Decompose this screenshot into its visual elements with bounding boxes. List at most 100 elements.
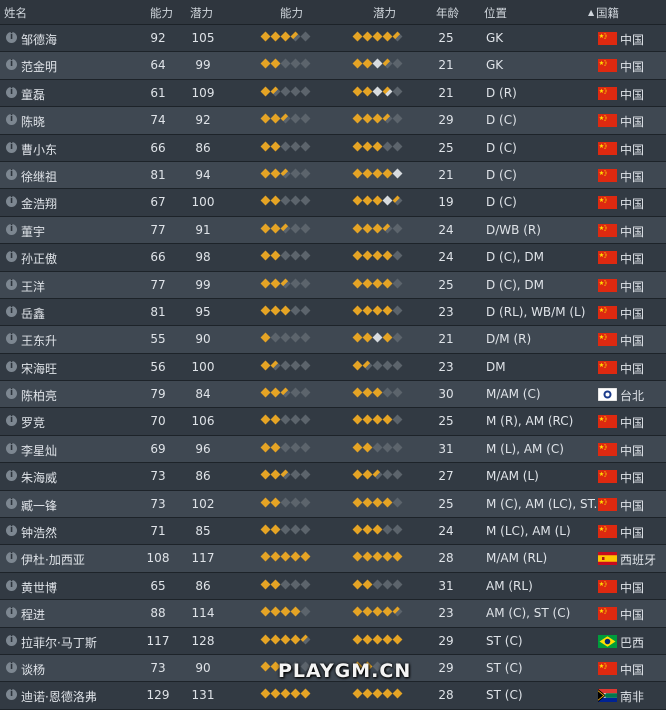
- table-row[interactable]: i 臧一锋 73 102 25 M (C), AM (LC), ST... 中国: [0, 490, 666, 519]
- info-icon[interactable]: i: [6, 661, 17, 673]
- nationality-value[interactable]: 中国: [620, 223, 644, 240]
- nationality-value[interactable]: 南非: [620, 688, 644, 705]
- player-name[interactable]: 邹德海: [21, 31, 57, 48]
- table-row[interactable]: i 邹德海 92 105 25 GK 中国: [0, 25, 666, 53]
- player-name[interactable]: 谈杨: [21, 661, 45, 678]
- header-potential[interactable]: 潜力: [190, 5, 213, 21]
- nationality-value[interactable]: 中国: [620, 31, 644, 48]
- header-position[interactable]: 位置: [484, 5, 507, 21]
- nationality-value[interactable]: 中国: [620, 414, 644, 431]
- player-name[interactable]: 钟浩然: [21, 524, 57, 541]
- nationality-value[interactable]: 中国: [620, 661, 644, 678]
- table-row[interactable]: i 李星灿 69 96 31 M (L), AM (C) 中国: [0, 435, 666, 464]
- nationality-value[interactable]: 中国: [620, 606, 644, 623]
- nationality-value[interactable]: 中国: [620, 579, 644, 596]
- nationality-value[interactable]: 中国: [620, 332, 644, 349]
- table-row[interactable]: i 黄世博 65 86 31 AM (RL) 中国: [0, 572, 666, 601]
- player-name[interactable]: 臧一锋: [21, 497, 57, 514]
- nationality-value[interactable]: 中国: [620, 524, 644, 541]
- table-row[interactable]: i 陈柏亮 79 84 30 M/AM (C) 台北: [0, 381, 666, 409]
- table-row[interactable]: i 钟浩然 71 85 24 M (LC), AM (L) 中国: [0, 518, 666, 546]
- nationality-value[interactable]: 巴西: [620, 634, 644, 651]
- info-icon[interactable]: i: [6, 634, 17, 646]
- info-icon[interactable]: i: [6, 278, 17, 290]
- info-icon[interactable]: i: [6, 442, 17, 454]
- player-name[interactable]: 宋海旺: [21, 360, 57, 377]
- info-icon[interactable]: i: [6, 497, 17, 509]
- player-name[interactable]: 徐继祖: [21, 168, 57, 185]
- nationality-value[interactable]: 中国: [620, 278, 644, 295]
- player-name[interactable]: 岳鑫: [21, 305, 45, 322]
- info-icon[interactable]: i: [6, 59, 17, 71]
- info-icon[interactable]: i: [6, 32, 17, 43]
- table-row[interactable]: i 曹小东 66 86 25 D (C) 中国: [0, 134, 666, 162]
- header-nationality[interactable]: 国籍: [596, 5, 619, 21]
- table-row[interactable]: i 金浩翔 67 100 19 D (C) 中国: [0, 189, 666, 217]
- info-icon[interactable]: i: [6, 579, 17, 591]
- table-row[interactable]: i 董宇 77 91 24 D/WB (R) 中国: [0, 216, 666, 245]
- player-name[interactable]: 朱海威: [21, 469, 57, 486]
- info-icon[interactable]: i: [6, 689, 17, 701]
- info-icon[interactable]: i: [6, 223, 17, 235]
- nationality-value[interactable]: 中国: [620, 442, 644, 459]
- table-row[interactable]: i 童磊 61 109 21 D (R) 中国: [0, 79, 666, 108]
- player-name[interactable]: 曹小东: [21, 141, 57, 158]
- nationality-value[interactable]: 中国: [620, 86, 644, 103]
- table-row[interactable]: i 王洋 77 99 25 D (C), DM 中国: [0, 271, 666, 299]
- player-name[interactable]: 王洋: [21, 278, 45, 295]
- nationality-value[interactable]: 中国: [620, 58, 644, 75]
- table-row[interactable]: i 伊杜·加西亚 108 117 28 M/AM (RL) 西班牙: [0, 545, 666, 573]
- player-name[interactable]: 王东升: [21, 332, 57, 349]
- table-row[interactable]: i 拉菲尔·马丁斯 117 128 29 ST (C) 巴西: [0, 627, 666, 655]
- table-row[interactable]: i 迪诺·恩德洛弗 129 131 28 ST (C) 南非: [0, 682, 666, 710]
- header-ability[interactable]: 能力: [150, 5, 173, 21]
- table-row[interactable]: i 程进 88 114 23 AM (C), ST (C) 中国: [0, 600, 666, 628]
- player-name[interactable]: 范金明: [21, 58, 57, 75]
- nationality-value[interactable]: 中国: [620, 469, 644, 486]
- table-row[interactable]: i 罗竞 70 106 25 M (R), AM (RC) 中国: [0, 408, 666, 436]
- table-row[interactable]: i 陈晓 74 92 29 D (C) 中国: [0, 107, 666, 135]
- table-row[interactable]: i 王东升 55 90 21 D/M (R) 中国: [0, 326, 666, 354]
- nationality-value[interactable]: 中国: [620, 141, 644, 158]
- player-name[interactable]: 拉菲尔·马丁斯: [21, 634, 97, 651]
- player-name[interactable]: 黄世博: [21, 579, 57, 596]
- header-age[interactable]: 年龄: [436, 5, 459, 21]
- header-name[interactable]: 姓名: [4, 5, 27, 21]
- player-name[interactable]: 罗竞: [21, 414, 45, 431]
- nationality-value[interactable]: 中国: [620, 195, 644, 212]
- player-name[interactable]: 伊杜·加西亚: [21, 551, 85, 568]
- nationality-value[interactable]: 中国: [620, 360, 644, 377]
- info-icon[interactable]: i: [6, 470, 17, 482]
- table-row[interactable]: i 孙正傲 66 98 24 D (C), DM 中国: [0, 244, 666, 272]
- table-row[interactable]: i 朱海威 73 86 27 M/AM (L) 中国: [0, 463, 666, 491]
- nationality-value[interactable]: 中国: [620, 250, 644, 267]
- info-icon[interactable]: i: [6, 525, 17, 537]
- nationality-value[interactable]: 中国: [620, 305, 644, 322]
- header-ability-stars[interactable]: 能力: [280, 5, 303, 21]
- player-name[interactable]: 陈晓: [21, 113, 45, 130]
- nationality-value[interactable]: 西班牙: [620, 551, 656, 568]
- nationality-value[interactable]: 中国: [620, 497, 644, 514]
- header-potential-stars[interactable]: 潜力: [373, 5, 396, 21]
- info-icon[interactable]: i: [6, 141, 17, 153]
- table-row[interactable]: i 宋海旺 56 100 23 DM 中国: [0, 353, 666, 382]
- info-icon[interactable]: i: [6, 552, 17, 564]
- info-icon[interactable]: i: [6, 86, 17, 98]
- info-icon[interactable]: i: [6, 415, 17, 427]
- info-icon[interactable]: i: [6, 388, 17, 400]
- info-icon[interactable]: i: [6, 607, 17, 619]
- player-name[interactable]: 金浩翔: [21, 195, 57, 212]
- info-icon[interactable]: i: [6, 305, 17, 317]
- nationality-value[interactable]: 中国: [620, 113, 644, 130]
- info-icon[interactable]: i: [6, 251, 17, 263]
- info-icon[interactable]: i: [6, 114, 17, 126]
- info-icon[interactable]: i: [6, 196, 17, 208]
- player-name[interactable]: 迪诺·恩德洛弗: [21, 688, 97, 705]
- nationality-value[interactable]: 台北: [620, 387, 644, 404]
- info-icon[interactable]: i: [6, 360, 17, 372]
- nationality-value[interactable]: 中国: [620, 168, 644, 185]
- table-row[interactable]: i 岳鑫 81 95 23 D (RL), WB/M (L) 中国: [0, 298, 666, 327]
- player-name[interactable]: 程进: [21, 606, 45, 623]
- player-name[interactable]: 陈柏亮: [21, 387, 57, 404]
- table-row[interactable]: i 范金明 64 99 21 GK 中国: [0, 52, 666, 80]
